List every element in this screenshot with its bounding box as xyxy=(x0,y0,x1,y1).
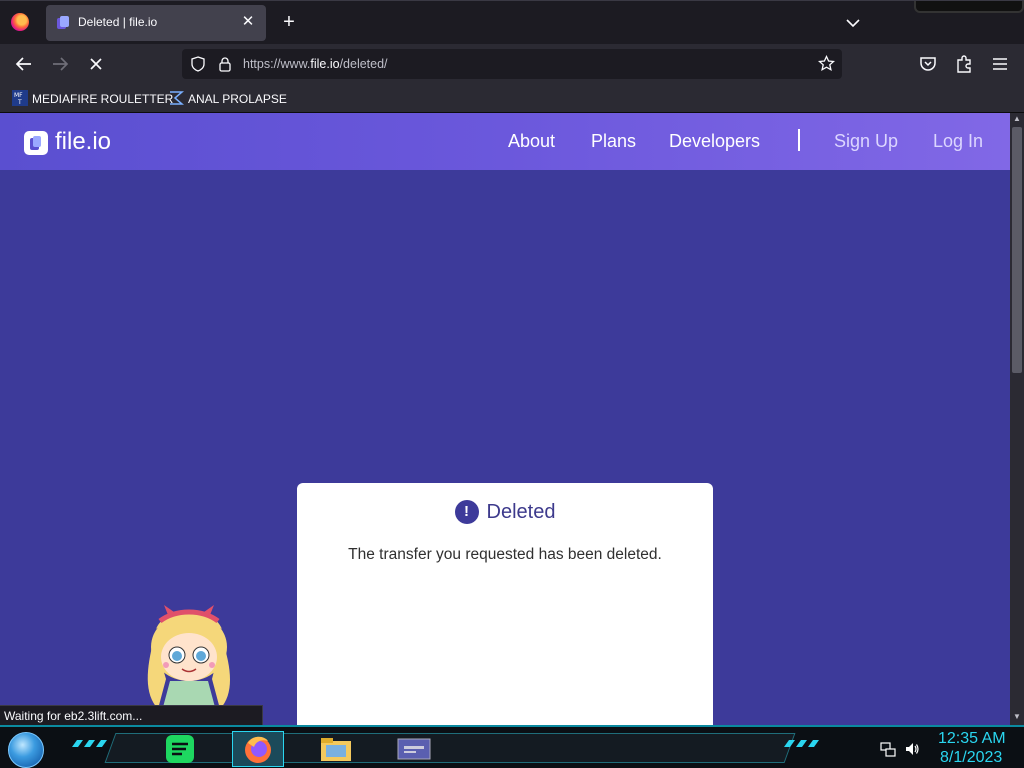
back-icon[interactable] xyxy=(12,52,36,76)
url-path: /deleted/ xyxy=(339,57,388,71)
deleted-card: ! Deleted The transfer you requested has … xyxy=(297,483,713,725)
svg-text:T: T xyxy=(17,99,22,106)
card-title: Deleted xyxy=(486,500,556,523)
url-domain: file.io xyxy=(310,57,340,71)
nav-divider xyxy=(798,129,800,151)
nav-plans-link[interactable]: Plans xyxy=(591,131,636,152)
page-scrollbar[interactable]: ▲ ▼ xyxy=(1010,113,1024,725)
tab-strip: Deleted | file.io ✕ + xyxy=(0,0,1024,44)
scrollbar-thumb[interactable] xyxy=(1012,127,1022,373)
svg-text:MF: MF xyxy=(14,92,23,99)
extensions-icon[interactable] xyxy=(952,52,976,76)
firefox-menu-icon[interactable] xyxy=(11,13,29,31)
window-icon[interactable] xyxy=(396,733,432,765)
decorative-arrows-icon xyxy=(784,740,819,747)
tab-title: Deleted | file.io xyxy=(78,15,158,29)
clock-date[interactable]: 8/1/2023 xyxy=(940,749,1002,767)
url-prefix: https://www. xyxy=(243,57,311,71)
network-icon[interactable] xyxy=(880,741,896,757)
fileio-favicon-icon xyxy=(57,16,69,29)
alert-icon: ! xyxy=(454,500,479,524)
bookmarks-toolbar: MF T MEDIAFIRE ROULETTER ANAL PROLAPSE xyxy=(0,84,1024,113)
close-icon[interactable]: ✕ xyxy=(238,12,258,32)
volume-icon[interactable] xyxy=(904,741,920,757)
card-heading: ! Deleted xyxy=(297,500,713,524)
forward-icon[interactable] xyxy=(48,52,72,76)
web-page: file.io About Plans Developers Sign Up L… xyxy=(0,113,1010,725)
taskbar: 12:35 AM 8/1/2023 xyxy=(0,725,1024,768)
nav-login-link[interactable]: Log In xyxy=(933,131,983,152)
start-button-icon[interactable] xyxy=(8,732,44,768)
nav-developers-link[interactable]: Developers xyxy=(669,131,760,152)
nav-about-link[interactable]: About xyxy=(508,131,555,152)
nav-signup-link[interactable]: Sign Up xyxy=(834,131,898,152)
new-tab-icon[interactable]: + xyxy=(278,11,300,33)
hamburger-menu-icon[interactable] xyxy=(988,52,1012,76)
chevron-down-icon[interactable] xyxy=(842,13,864,33)
navigation-toolbar: https://www.file.io/deleted/ xyxy=(0,44,1024,84)
fileio-logo-icon[interactable] xyxy=(24,131,48,155)
taskbar-app-strip xyxy=(104,733,796,763)
scroll-down-icon[interactable]: ▼ xyxy=(1010,711,1024,723)
scroll-up-icon[interactable]: ▲ xyxy=(1010,113,1024,125)
tab-active[interactable]: Deleted | file.io ✕ xyxy=(46,5,266,41)
window-decoration xyxy=(914,1,1024,13)
clock-time[interactable]: 12:35 AM xyxy=(938,730,1006,748)
firefox-icon[interactable] xyxy=(240,733,276,765)
mediafire-icon: MF T xyxy=(12,90,28,106)
site-logo-text[interactable]: file.io xyxy=(55,128,111,156)
lock-icon[interactable] xyxy=(217,56,233,72)
address-bar[interactable]: https://www.file.io/deleted/ xyxy=(182,49,842,79)
sigma-icon xyxy=(170,91,184,105)
bookmark-star-icon[interactable] xyxy=(818,55,835,72)
screen: Deleted | file.io ✕ + https://www.file.i… xyxy=(0,0,1024,768)
bookmark-label: MEDIAFIRE ROULETTER xyxy=(32,92,174,106)
shield-icon[interactable] xyxy=(190,56,206,72)
status-bar: Waiting for eb2.3lift.com... xyxy=(0,705,263,727)
card-message: The transfer you requested has been dele… xyxy=(348,546,662,563)
bookmark-label: ANAL PROLAPSE xyxy=(188,92,287,106)
site-header: file.io About Plans Developers Sign Up L… xyxy=(0,113,1010,170)
decorative-arrows-icon xyxy=(72,740,107,747)
pocket-icon[interactable] xyxy=(916,52,940,76)
file-icon xyxy=(30,136,41,150)
spotify-icon[interactable] xyxy=(162,733,198,765)
url-text[interactable]: https://www.file.io/deleted/ xyxy=(243,57,388,71)
stop-loading-icon[interactable] xyxy=(84,52,108,76)
file-explorer-icon[interactable] xyxy=(318,733,354,765)
